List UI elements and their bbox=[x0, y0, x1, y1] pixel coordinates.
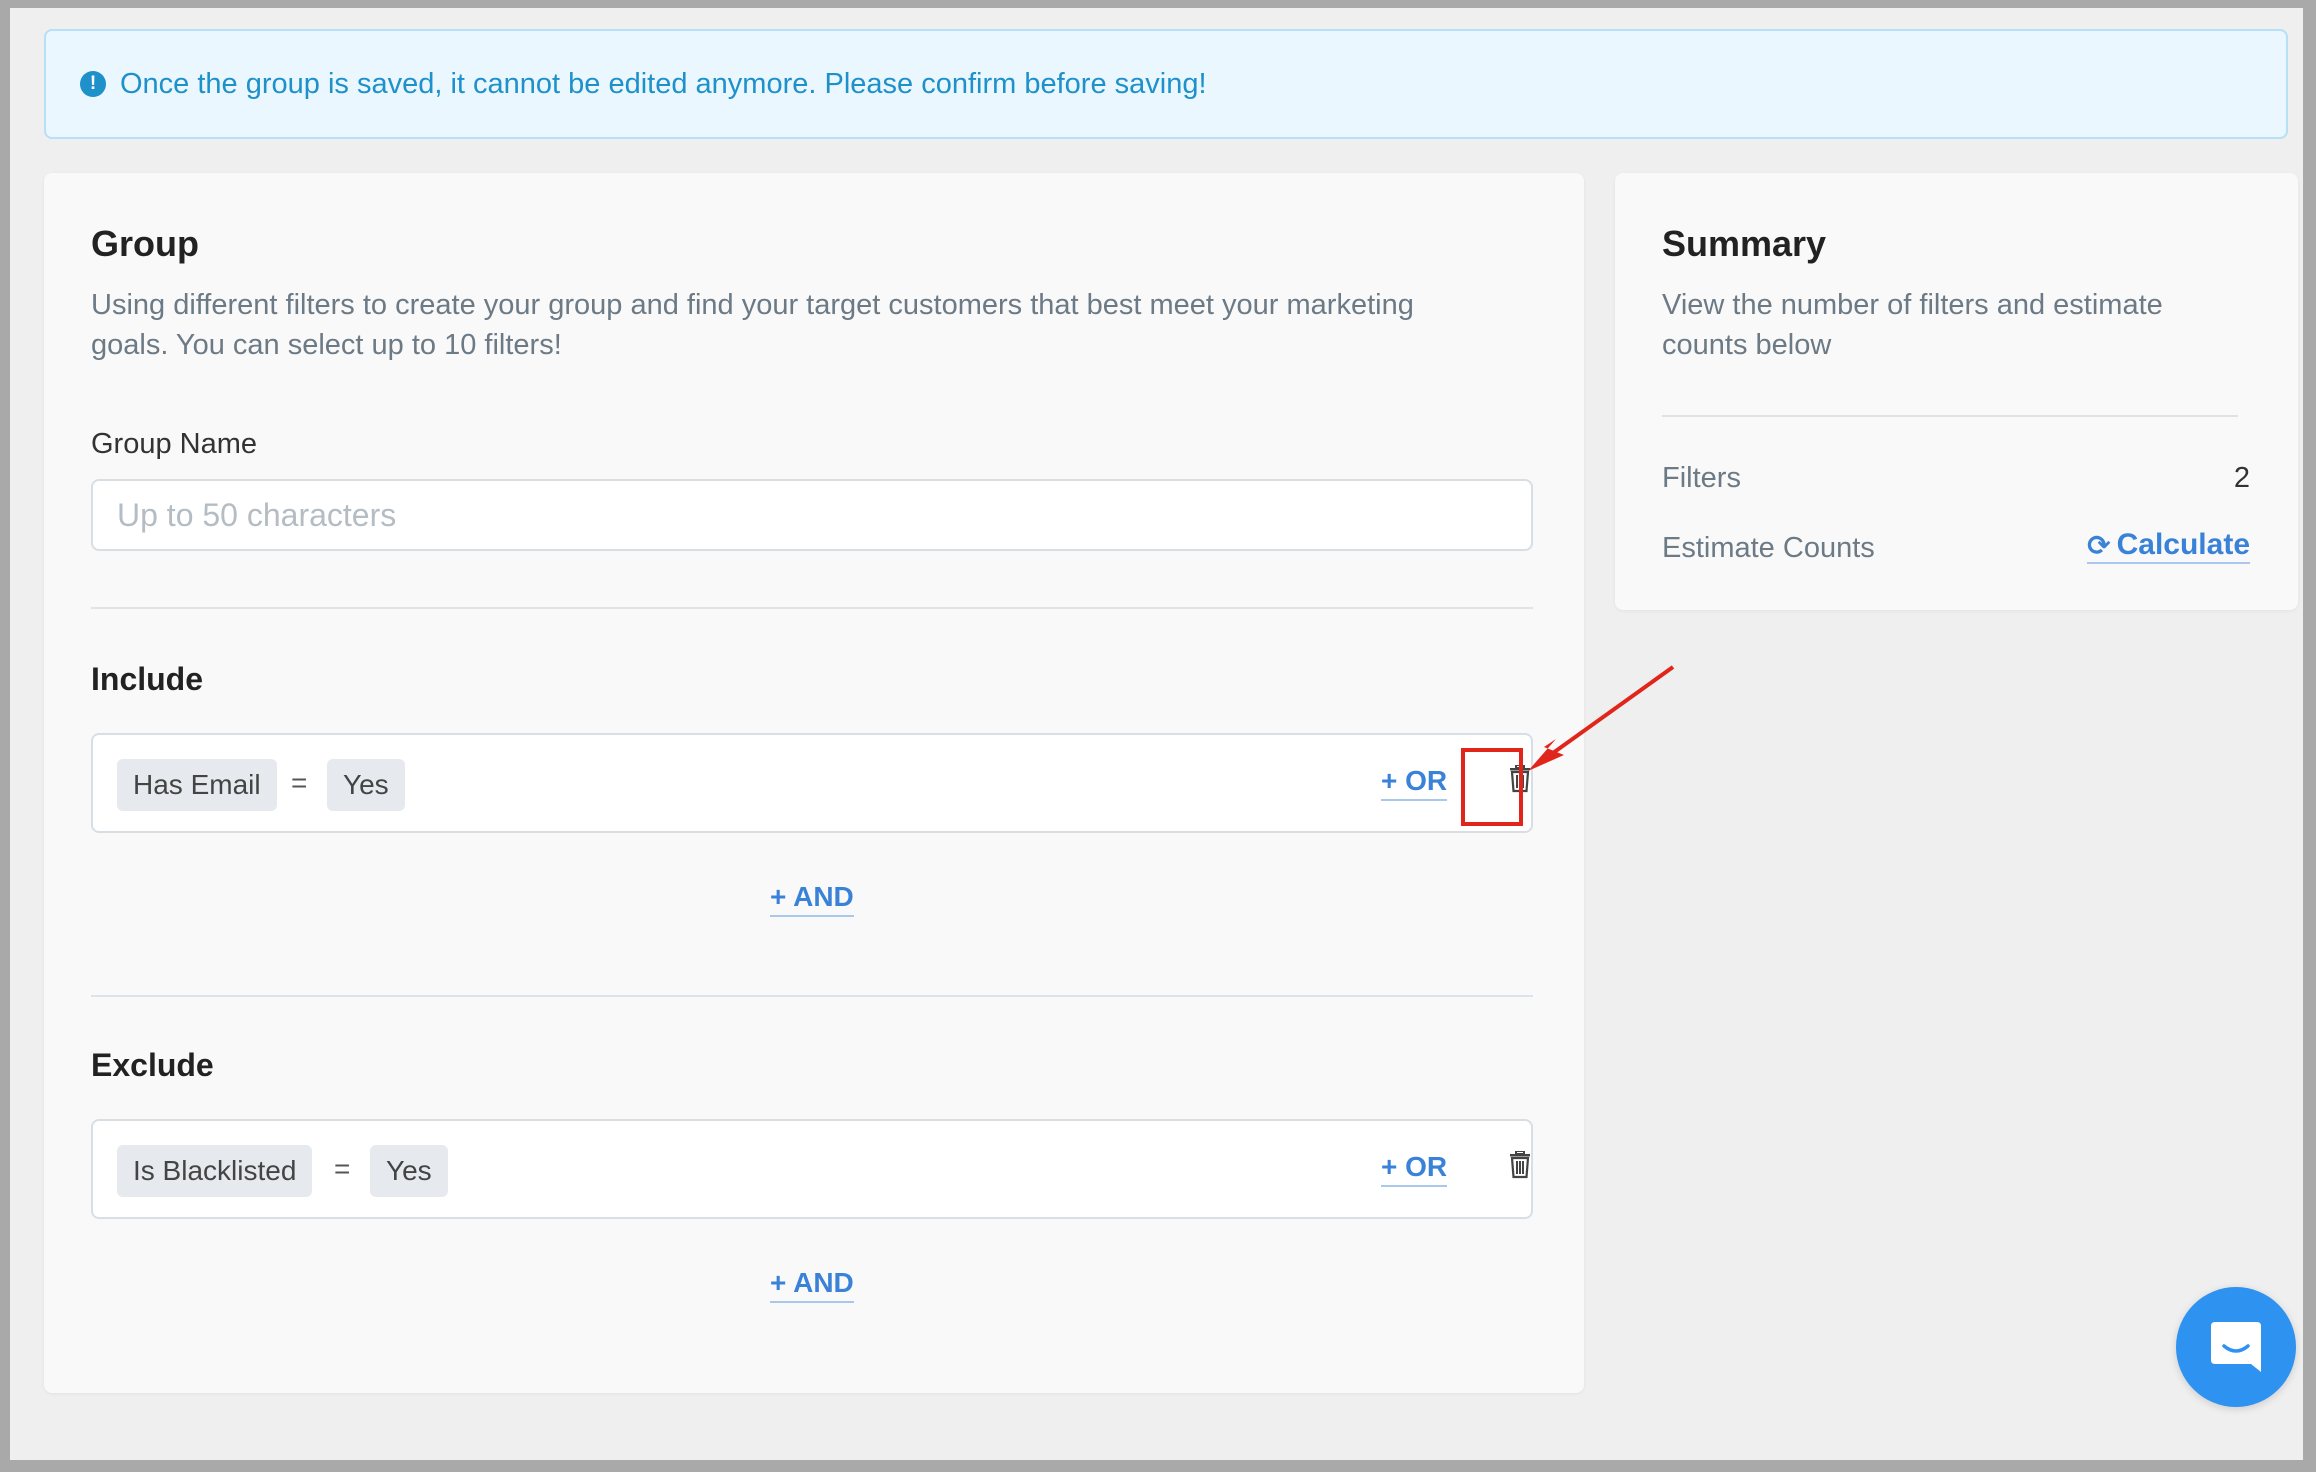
include-operator: = bbox=[291, 767, 308, 798]
exclamation-circle-icon: ! bbox=[80, 71, 106, 97]
include-add-or-button[interactable]: + OR bbox=[1381, 765, 1448, 801]
refresh-icon: ⟳ bbox=[2087, 529, 2111, 561]
group-title: Group bbox=[91, 223, 199, 264]
group-name-label: Group Name bbox=[91, 428, 258, 460]
include-filter-row: Has Email = Yes + OR bbox=[91, 733, 1533, 833]
include-add-and-button[interactable]: + AND bbox=[770, 881, 854, 917]
exclude-add-and-button[interactable]: + AND bbox=[770, 1267, 854, 1303]
group-description-line2: goals. You can select up to 10 filters! bbox=[91, 329, 562, 361]
annotation-arrow bbox=[1528, 665, 1675, 771]
group-name-input[interactable] bbox=[91, 479, 1533, 551]
group-description-line1: Using different filters to create your g… bbox=[91, 289, 1414, 321]
filters-label: Filters bbox=[1662, 462, 1741, 494]
estimate-counts-label: Estimate Counts bbox=[1662, 532, 1875, 564]
summary-description-line2: counts below bbox=[1662, 329, 1832, 361]
filters-count: 2 bbox=[2233, 462, 2250, 494]
exclude-title: Exclude bbox=[91, 1047, 214, 1083]
info-alert: ! Once the group is saved, it cannot be … bbox=[44, 29, 2288, 139]
include-value-chip[interactable]: Yes bbox=[327, 759, 405, 811]
exclude-value-chip[interactable]: Yes bbox=[370, 1145, 448, 1197]
exclude-field-chip[interactable]: Is Blacklisted bbox=[117, 1145, 313, 1197]
annotation-highlight-box bbox=[1461, 748, 1523, 826]
summary-card: Summary View the number of filters and e… bbox=[1615, 173, 2298, 610]
divider bbox=[91, 995, 1533, 997]
include-field-chip[interactable]: Has Email bbox=[117, 759, 277, 811]
calculate-button[interactable]: ⟳ Calculate bbox=[2087, 528, 2250, 564]
summary-title: Summary bbox=[1662, 223, 1827, 264]
summary-divider bbox=[1662, 415, 2238, 417]
exclude-trash-icon[interactable] bbox=[1509, 1151, 1531, 1179]
include-title: Include bbox=[91, 661, 204, 697]
exclude-add-or-button[interactable]: + OR bbox=[1381, 1151, 1448, 1187]
divider bbox=[91, 607, 1533, 609]
chat-bubble-icon bbox=[2211, 1322, 2261, 1372]
summary-description-line1: View the number of filters and estimate bbox=[1662, 289, 2163, 321]
group-card: Group Using different filters to create … bbox=[44, 173, 1584, 1393]
exclude-filter-row: Is Blacklisted = Yes + OR bbox=[91, 1119, 1533, 1219]
chat-launcher-button[interactable] bbox=[2176, 1287, 2296, 1407]
page-viewport: ! Once the group is saved, it cannot be … bbox=[10, 8, 2303, 1460]
calculate-label: Calculate bbox=[2116, 528, 2250, 561]
alert-message: Once the group is saved, it cannot be ed… bbox=[120, 67, 1207, 100]
exclude-operator: = bbox=[334, 1153, 351, 1184]
